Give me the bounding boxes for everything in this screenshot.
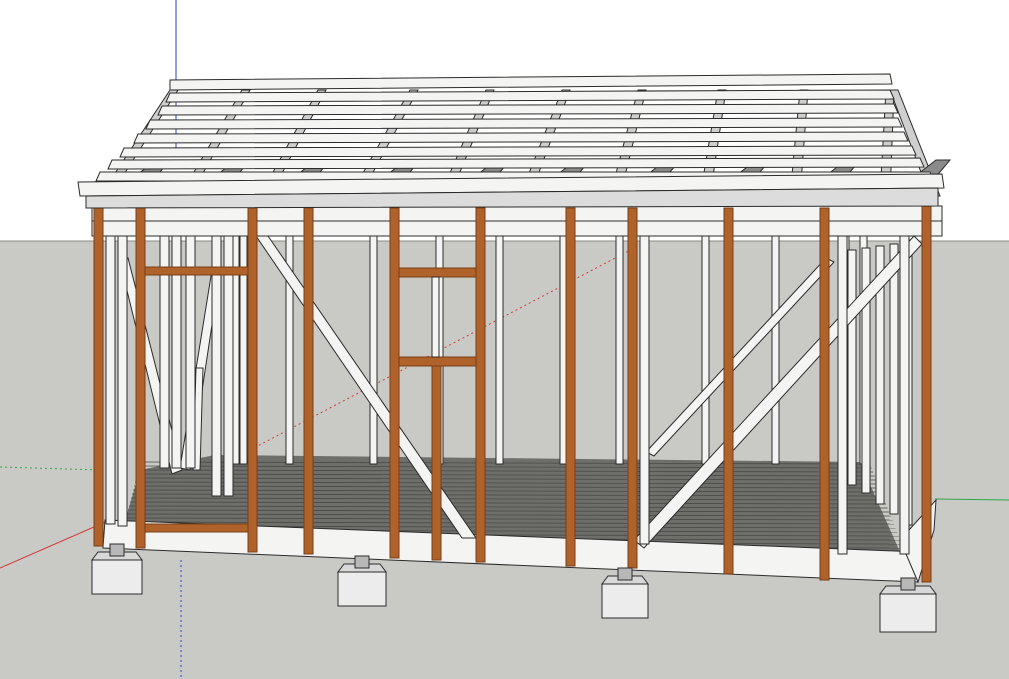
- door-sill: [144, 523, 254, 533]
- back-wall-stud: [369, 235, 378, 465]
- window-header: [395, 267, 483, 278]
- 3d-shed-frame-model[interactable]: [0, 0, 1009, 679]
- back-wall-stud: [701, 235, 710, 465]
- orange-stud: [135, 207, 146, 549]
- wall-stud: [639, 235, 650, 545]
- orange-stud: [303, 207, 314, 555]
- orange-stud: [247, 207, 258, 553]
- orange-stud: [627, 207, 638, 569]
- wall-stud: [117, 235, 128, 527]
- roof-purlin: [145, 117, 903, 130]
- wall-stud: [105, 235, 116, 525]
- window-sill: [395, 356, 483, 367]
- orange-stud: [565, 207, 576, 567]
- back-wall-stud: [615, 235, 624, 465]
- wall-stud: [899, 235, 910, 555]
- window-mullion: [431, 276, 440, 358]
- orange-stud: [723, 207, 734, 575]
- back-wall-stud: [495, 235, 504, 465]
- roof-purlin: [119, 145, 917, 158]
- footing-front-left: [91, 543, 143, 595]
- roof-purlin: [133, 131, 909, 144]
- back-wall-stud: [771, 235, 780, 465]
- footing-front-mid-left: [337, 555, 387, 607]
- side-wall-stud: [847, 249, 857, 486]
- footing-front-mid-right: [601, 567, 649, 619]
- roof-purlin: [157, 103, 899, 116]
- roof-rafter-frame: [77, 73, 952, 209]
- modeling-viewport[interactable]: [0, 0, 1009, 679]
- orange-stud: [93, 207, 104, 547]
- orange-stud: [389, 207, 400, 559]
- orange-stud: [921, 205, 932, 583]
- wall-top-plates: [91, 205, 943, 237]
- footing-front-right: [879, 577, 937, 633]
- orange-stud: [431, 365, 442, 561]
- orange-stud: [475, 207, 486, 563]
- roof-purlin: [107, 157, 925, 170]
- wall-stud: [837, 235, 848, 555]
- door-header: [139, 266, 251, 276]
- side-wall-stud: [889, 243, 899, 515]
- orange-stud: [819, 207, 830, 581]
